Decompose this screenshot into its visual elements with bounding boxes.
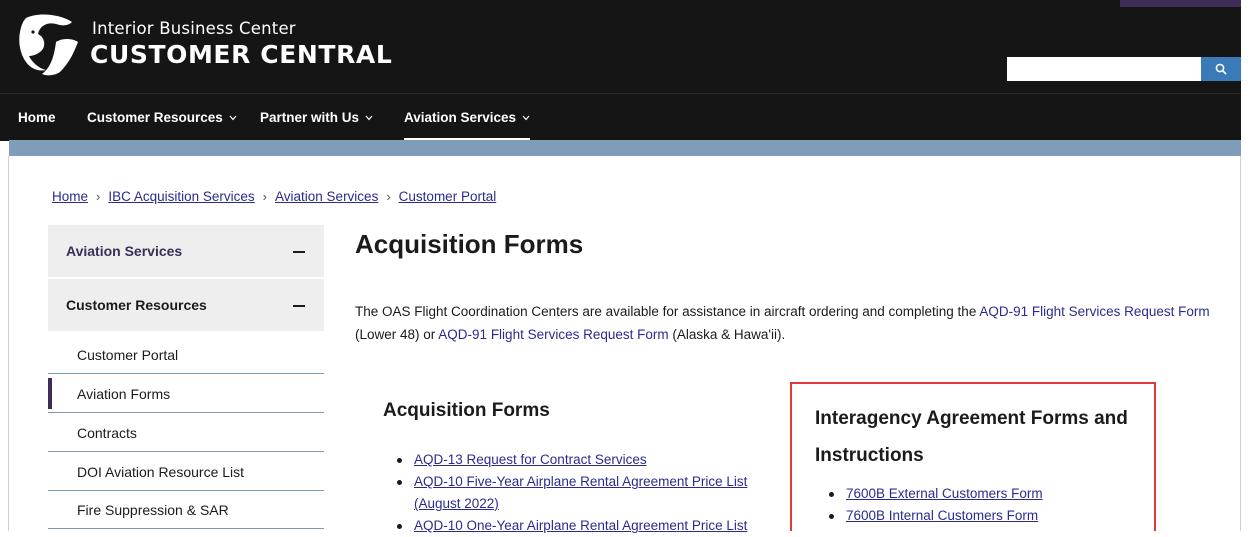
sidebar-item-contracts[interactable]: Contracts [48, 414, 324, 452]
sidebar-item-label: Fire Suppression & SAR [77, 501, 229, 518]
list-item: AQD-10 One-Year Airplane Rental Agreemen… [392, 515, 777, 537]
main-nav: Home Customer Resources Partner with Us … [0, 93, 1241, 141]
aqd13-link[interactable]: AQD-13 Request for Contract Services [414, 452, 647, 467]
nav-partner-with-us-label: Partner with Us [260, 110, 360, 125]
breadcrumb-separator-icon: › [262, 189, 268, 204]
nav-aviation-services[interactable]: Aviation Services [404, 94, 531, 141]
search-icon [1215, 63, 1227, 75]
sidebar-item-label: Contracts [77, 424, 137, 441]
breadcrumb-customer-portal[interactable]: Customer Portal [399, 189, 497, 204]
interagency-forms-heading: Interagency Agreement Forms and Instructi… [815, 400, 1128, 474]
interagency-heading-line2: Instructions [815, 445, 924, 466]
aqd10-five-year-link[interactable]: AQD-10 Five-Year Airplane Rental Agreeme… [414, 474, 747, 511]
intro-paragraph: The OAS Flight Coordination Centers are … [355, 300, 1230, 346]
nav-partner-with-us[interactable]: Partner with Us [260, 94, 373, 141]
7600b-external-link[interactable]: 7600B External Customers Form [846, 486, 1043, 501]
list-item: AQD-13 Request for Contract Services [392, 449, 777, 471]
collapse-minus-icon[interactable] [293, 305, 305, 307]
sidebar-item-fire-suppression-sar[interactable]: Fire Suppression & SAR [48, 491, 324, 529]
sidebar-section-customer-resources[interactable]: Customer Resources [48, 279, 324, 331]
breadcrumb-ibc-acquisition[interactable]: IBC Acquisition Services [108, 189, 254, 204]
sidebar-item-doi-aviation-resource-list[interactable]: DOI Aviation Resource List [48, 453, 324, 491]
breadcrumb-separator-icon: › [386, 189, 391, 204]
sidebar-item-label: Customer Portal [77, 346, 179, 363]
search-button[interactable] [1201, 57, 1241, 81]
aqd91-lower48-link[interactable]: AQD-91 Flight Services Request Form [979, 304, 1209, 319]
list-item: 7600B Internal Customers Form [824, 505, 1144, 527]
sidebar-item-label: Aviation Forms [77, 385, 171, 402]
brand-subtitle: Interior Business Center [92, 19, 296, 38]
7600b-internal-link[interactable]: 7600B Internal Customers Form [846, 508, 1038, 523]
acquisition-forms-list: AQD-13 Request for Contract Services AQD… [392, 449, 777, 537]
breadcrumb: Home › IBC Acquisition Services › Aviati… [52, 189, 496, 204]
collapse-minus-icon[interactable] [293, 251, 305, 253]
page-border-right [1240, 156, 1241, 531]
interagency-heading-line1: Interagency Agreement Forms and [815, 408, 1128, 429]
breadcrumb-separator-icon: › [96, 189, 101, 204]
sidebar-item-aviation-forms[interactable]: Aviation Forms [48, 375, 324, 413]
nav-customer-resources[interactable]: Customer Resources [87, 94, 237, 141]
page-title: Acquisition Forms [355, 229, 584, 259]
sidebar-item-label: DOI Aviation Resource List [77, 463, 245, 480]
nav-aviation-services-label: Aviation Services [404, 110, 517, 125]
acquisition-forms-heading: Acquisition Forms [383, 400, 550, 421]
sidebar-section-label: Aviation Services [66, 243, 183, 259]
breadcrumb-home[interactable]: Home [52, 189, 88, 204]
intro-text: (Alaska & Hawa'ii). [668, 327, 786, 342]
intro-text: The OAS Flight Coordination Centers are … [355, 304, 980, 319]
list-item: AQD-10 Five-Year Airplane Rental Agreeme… [392, 471, 777, 515]
sidebar-section-label: Customer Resources [66, 297, 207, 313]
interagency-forms-list: 7600B External Customers Form 7600B Inte… [824, 483, 1144, 527]
bison-logo-icon[interactable] [16, 12, 80, 78]
nav-home[interactable]: Home [18, 94, 56, 141]
header-accent-strip [1120, 0, 1241, 7]
nav-home-label: Home [18, 110, 56, 125]
breadcrumb-aviation-services[interactable]: Aviation Services [275, 189, 378, 204]
search-input[interactable] [1007, 57, 1201, 81]
chevron-down-icon [522, 116, 530, 121]
chevron-down-icon [365, 116, 373, 121]
sidebar-item-customer-portal[interactable]: Customer Portal [48, 336, 324, 374]
aqd91-alaska-link[interactable]: AQD-91 Flight Services Request Form [438, 327, 668, 342]
brand-title[interactable]: CUSTOMER CENTRAL [90, 40, 392, 69]
page-border-left [8, 156, 9, 531]
chevron-down-icon [229, 116, 237, 121]
nav-customer-resources-label: Customer Resources [87, 110, 223, 125]
intro-text: (Lower 48) or [355, 327, 439, 342]
hero-band [9, 140, 1241, 156]
site-header: Interior Business Center CUSTOMER CENTRA… [0, 0, 1241, 93]
list-item: 7600B External Customers Form [824, 483, 1144, 505]
sidebar-section-aviation-services[interactable]: Aviation Services [48, 225, 324, 277]
